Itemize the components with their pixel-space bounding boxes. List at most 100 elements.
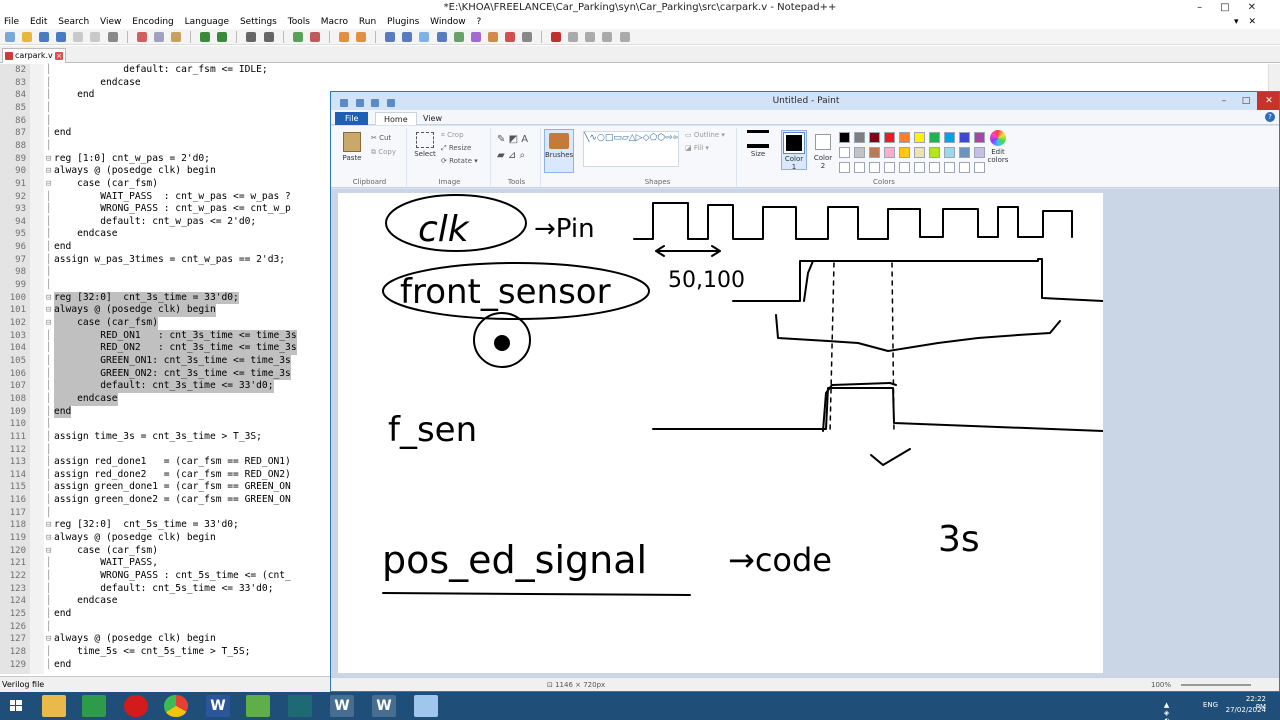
palette-swatch[interactable] bbox=[944, 147, 955, 158]
save-all-icon[interactable] bbox=[56, 32, 67, 42]
color-picker-icon[interactable]: ⊿ bbox=[508, 150, 516, 161]
paste-button[interactable]: Paste bbox=[339, 132, 365, 162]
custom-color-slot[interactable] bbox=[929, 162, 940, 173]
code-line[interactable]: 90 ⊟ always @ (posedge clk) begin bbox=[0, 165, 330, 178]
copy-button[interactable]: ⧉ Copy bbox=[371, 148, 396, 157]
palette-swatch[interactable] bbox=[959, 147, 970, 158]
doc-map-icon[interactable] bbox=[453, 32, 464, 42]
menu-window[interactable]: Window bbox=[430, 17, 466, 27]
replace-icon[interactable] bbox=[263, 32, 274, 42]
paint-window[interactable]: Untitled - Paint – □ ✕ File Home View ? Pa… bbox=[330, 91, 1280, 692]
menu-settings[interactable]: Settings bbox=[240, 17, 277, 27]
play-macro-icon[interactable] bbox=[585, 32, 596, 42]
custom-color-slot[interactable] bbox=[944, 162, 955, 173]
code-line[interactable]: 127 ⊟ always @ (posedge clk) begin bbox=[0, 633, 330, 646]
code-line[interactable]: 119 ⊟ always @ (posedge clk) begin bbox=[0, 532, 330, 545]
maximize-button[interactable]: □ bbox=[1235, 92, 1257, 110]
code-line[interactable]: 93 │ WRONG_PASS : cnt_w_pas <= cnt_w_p bbox=[0, 203, 330, 216]
pencil-icon[interactable]: ✎ bbox=[497, 134, 505, 145]
fold-toggle-icon[interactable]: ⊟ bbox=[46, 532, 54, 545]
word-document-2-icon[interactable]: W bbox=[372, 695, 396, 717]
help-icon[interactable]: ? bbox=[1265, 112, 1275, 122]
custom-color-slot[interactable] bbox=[839, 162, 850, 173]
select-button[interactable]: Select bbox=[411, 132, 439, 158]
start-button[interactable] bbox=[4, 695, 28, 717]
palette-swatch[interactable] bbox=[899, 132, 910, 143]
palette-swatch[interactable] bbox=[929, 147, 940, 158]
custom-color-slot[interactable] bbox=[869, 162, 880, 173]
function-list-icon[interactable] bbox=[470, 32, 481, 42]
outline-button[interactable]: ▭ Outline ▾ bbox=[685, 131, 725, 139]
fold-toggle-icon[interactable]: ⊟ bbox=[46, 304, 54, 317]
palette-swatch[interactable] bbox=[884, 147, 895, 158]
menu-help[interactable]: ? bbox=[477, 17, 482, 27]
fold-toggle-icon[interactable]: ⊟ bbox=[46, 633, 54, 646]
paint-app-icon[interactable] bbox=[339, 99, 348, 107]
fold-toggle-icon[interactable]: ⊟ bbox=[46, 519, 54, 532]
code-line[interactable]: 114 │ assign red_done2 = (car_fsm == RED_O… bbox=[0, 469, 330, 482]
quick-save-icon[interactable] bbox=[355, 99, 364, 107]
cut-button[interactable]: ✂ Cut bbox=[371, 134, 391, 142]
size-button[interactable]: Size bbox=[743, 130, 773, 158]
close-all-icon[interactable] bbox=[90, 32, 101, 42]
crop-button[interactable]: ⌗ Crop bbox=[441, 131, 464, 140]
palette-swatch[interactable] bbox=[914, 132, 925, 143]
undo-icon[interactable] bbox=[200, 32, 211, 42]
palette-swatch[interactable] bbox=[959, 132, 970, 143]
code-line[interactable]: 105 │ GREEN_ON1: cnt_3s_time <= time_3s bbox=[0, 354, 330, 368]
edit-colors-button[interactable]: Edit colors bbox=[983, 130, 1013, 164]
notepad-window-controls[interactable]: –□✕ bbox=[1197, 0, 1274, 16]
custom-color-slot[interactable] bbox=[959, 162, 970, 173]
color2-button[interactable]: Color 2 bbox=[811, 130, 835, 170]
save-macro-icon[interactable] bbox=[619, 32, 630, 42]
palette-swatch[interactable] bbox=[899, 147, 910, 158]
run-macro-multiple-icon[interactable] bbox=[602, 32, 613, 42]
code-line[interactable]: 84 │ end bbox=[0, 89, 330, 102]
quick-redo-icon[interactable] bbox=[387, 99, 396, 107]
lang-udl-icon[interactable] bbox=[436, 32, 447, 42]
open-file-icon[interactable] bbox=[22, 32, 33, 42]
fold-toggle-icon[interactable]: ⊟ bbox=[46, 153, 54, 166]
code-line[interactable]: 123 │ default: cnt_5s_time <= 33'd0; bbox=[0, 583, 330, 596]
close-file-icon[interactable] bbox=[73, 32, 84, 42]
code-line[interactable]: 88 │ bbox=[0, 140, 330, 153]
terminal-app-icon[interactable] bbox=[288, 695, 312, 717]
code-line[interactable]: 103 │ RED_ON1 : cnt_3s_time <= time_3s bbox=[0, 329, 330, 343]
record-macro-icon[interactable] bbox=[551, 32, 562, 42]
color1-button[interactable]: Color 1 bbox=[781, 130, 807, 171]
code-line[interactable]: 100 ⊟ reg [32:0] cnt_3s_time = 33'd0; bbox=[0, 291, 330, 305]
word-icon[interactable]: W bbox=[206, 695, 230, 717]
code-line[interactable]: 111 │ assign time_3s = cnt_3s_time > T_3S; bbox=[0, 431, 330, 444]
code-line[interactable]: 96 │ end bbox=[0, 241, 330, 254]
monitoring-icon[interactable] bbox=[504, 32, 515, 42]
file-explorer-icon[interactable] bbox=[42, 695, 66, 717]
fold-toggle-icon[interactable]: ⊟ bbox=[46, 165, 54, 178]
menu-file[interactable]: File bbox=[4, 17, 19, 27]
code-line[interactable]: 107 │ default: cnt_3s_time <= 33'd0; bbox=[0, 380, 330, 393]
custom-color-slot[interactable] bbox=[914, 162, 925, 173]
word-document-icon[interactable]: W bbox=[330, 695, 354, 717]
code-line[interactable]: 122 │ WRONG_PASS : cnt_5s_time <= (cnt_ bbox=[0, 570, 330, 583]
code-line[interactable]: 125 │ end bbox=[0, 608, 330, 621]
resize-button[interactable]: ⤢ Resize bbox=[441, 144, 471, 153]
palette-swatch[interactable] bbox=[929, 132, 940, 143]
palette-swatch[interactable] bbox=[914, 147, 925, 158]
close-tab-icon[interactable]: × bbox=[55, 52, 63, 60]
store-icon[interactable] bbox=[82, 695, 106, 717]
menu-language[interactable]: Language bbox=[185, 17, 229, 27]
zoom-in-icon[interactable] bbox=[292, 32, 303, 42]
code-line[interactable]: 94 │ default: cnt_w_pas <= 2'd0; bbox=[0, 216, 330, 229]
code-line[interactable]: 109 │ end bbox=[0, 405, 330, 419]
fill-button[interactable]: ◪ Fill ▾ bbox=[685, 144, 709, 152]
code-line[interactable]: 126 │ bbox=[0, 621, 330, 634]
tab-file[interactable]: File bbox=[335, 112, 369, 125]
code-line[interactable]: 112 │ bbox=[0, 444, 330, 457]
code-line[interactable]: 91 ⊟ case (car_fsm) bbox=[0, 178, 330, 191]
menu-macro[interactable]: Macro bbox=[321, 17, 348, 27]
save-icon[interactable] bbox=[39, 32, 50, 42]
tab-home[interactable]: Home bbox=[375, 112, 417, 125]
quick-undo-icon[interactable] bbox=[371, 99, 380, 107]
language-indicator[interactable]: ENG bbox=[1203, 701, 1218, 709]
shapes-gallery[interactable]: ╲∿○□▭▱△▷◇⬠⬡⇨⇦⇧⇩✦☆✶✹▢◯♡⚡ bbox=[583, 131, 679, 167]
menu-search[interactable]: Search bbox=[58, 17, 89, 27]
